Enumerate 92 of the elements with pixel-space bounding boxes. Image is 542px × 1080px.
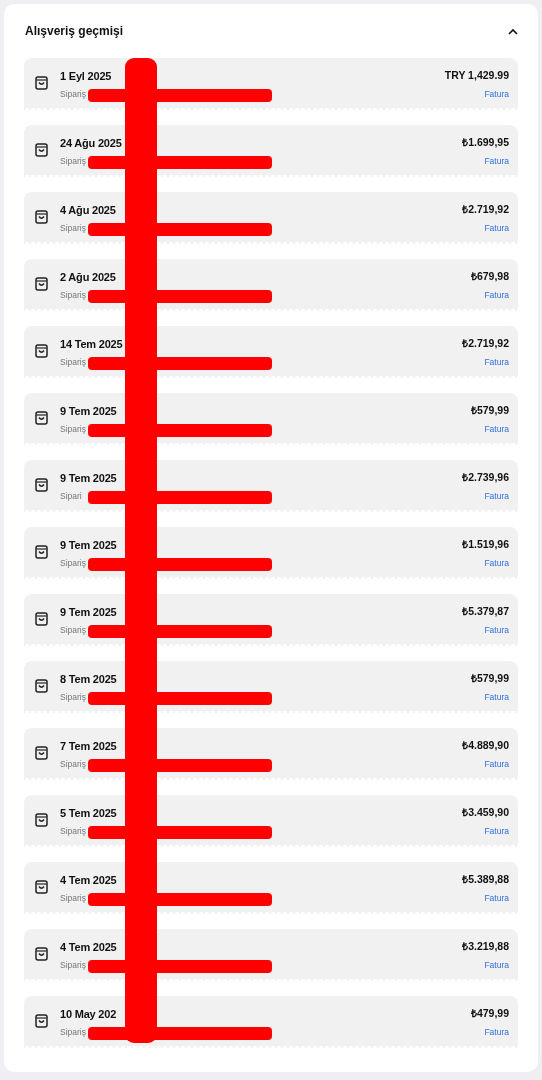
order-number-label: Sipariş <box>60 156 86 166</box>
shopping-bag-icon <box>35 679 48 693</box>
order-card[interactable]: 10 May 202 Sipariş ₺479,99 Fatura <box>24 996 518 1048</box>
shopping-bag-icon <box>35 746 48 760</box>
order-price: ₺679,98 <box>470 270 509 283</box>
order-date: 10 May 202 <box>60 1007 117 1021</box>
order-price: ₺2.719,92 <box>462 337 509 350</box>
order-card[interactable]: 2 Ağu 2025 Sipariş ₺679,98 Fatura <box>24 259 518 311</box>
order-date: 24 Ağu 2025 <box>60 136 122 150</box>
order-price: ₺3.219,88 <box>462 940 509 953</box>
order-card[interactable]: 4 Tem 2025 Sipariş ₺3.219,88 Fatura <box>24 929 518 981</box>
order-price: ₺2.719,92 <box>462 203 509 216</box>
order-price: ₺3.459,90 <box>462 806 509 819</box>
order-date: 5 Tem 2025 <box>60 806 117 820</box>
order-number-label: Sipariş <box>60 558 86 568</box>
shopping-bag-icon <box>35 612 48 626</box>
order-number-label: Sipariş <box>60 893 86 903</box>
order-date: 4 Ağu 2025 <box>60 203 116 217</box>
invoice-link[interactable]: Fatura <box>484 290 509 300</box>
order-date: 8 Tem 2025 <box>60 672 117 686</box>
order-number-label: Sipariş <box>60 424 86 434</box>
order-number-label: Sipariş <box>60 826 86 836</box>
invoice-link[interactable]: Fatura <box>484 89 509 99</box>
shopping-bag-icon <box>35 813 48 827</box>
shopping-bag-icon <box>35 76 48 90</box>
shopping-bag-icon <box>35 947 48 961</box>
order-card[interactable]: 9 Tem 2025 Sipariş ₺1.519,96 Fatura <box>24 527 518 579</box>
invoice-link[interactable]: Fatura <box>484 357 509 367</box>
invoice-link[interactable]: Fatura <box>484 826 509 836</box>
shopping-bag-icon <box>35 344 48 358</box>
order-date: 9 Tem 2025 <box>60 404 117 418</box>
order-card[interactable]: 7 Tem 2025 Sipariş ₺4.889,90 Fatura <box>24 728 518 780</box>
chevron-icon[interactable] <box>508 27 518 35</box>
order-date: 1 Eyl 2025 <box>60 69 112 83</box>
order-number-label: Sipariş <box>60 960 86 970</box>
order-price: TRY 1,429.99 <box>444 69 509 82</box>
order-number-label: Sipariş <box>60 692 86 702</box>
order-price: ₺579,99 <box>470 404 509 417</box>
shopping-bag-icon <box>35 545 48 559</box>
order-price: ₺1.699,95 <box>462 136 509 149</box>
order-price: ₺1.519,96 <box>462 538 509 551</box>
order-date: 14 Tem 2025 <box>60 337 123 351</box>
order-number-label: Sipariş <box>60 290 86 300</box>
section-title: Alışveriş geçmişi <box>25 24 124 38</box>
shopping-bag-icon <box>35 880 48 894</box>
order-card[interactable]: 9 Tem 2025 Sipari ₺2.739,96 Fatura <box>24 460 518 512</box>
shopping-bag-icon <box>35 411 48 425</box>
order-number-label: Sipariş <box>60 625 86 635</box>
order-card[interactable]: 1 Eyl 2025 Sipariş TRY 1,429.99 Fatura <box>24 58 518 110</box>
invoice-link[interactable]: Fatura <box>484 156 509 166</box>
invoice-link[interactable]: Fatura <box>484 1027 509 1037</box>
order-number-label: Sipariş <box>60 1027 86 1037</box>
invoice-link[interactable]: Fatura <box>484 223 509 233</box>
order-date: 4 Tem 2025 <box>60 940 117 954</box>
order-price: ₺4.889,90 <box>462 739 509 752</box>
order-number-label: Sipari <box>60 491 82 501</box>
invoice-link[interactable]: Fatura <box>484 558 509 568</box>
shopping-bag-icon <box>35 210 48 224</box>
order-price: ₺5.389,88 <box>462 873 509 886</box>
invoice-link[interactable]: Fatura <box>484 960 509 970</box>
shopping-bag-icon <box>35 143 48 157</box>
order-card[interactable]: 9 Tem 2025 Sipariş ₺579,99 Fatura <box>24 393 518 445</box>
order-card[interactable]: 24 Ağu 2025 Sipariş ₺1.699,95 Fatura <box>24 125 518 177</box>
invoice-link[interactable]: Fatura <box>484 424 509 434</box>
order-date: 9 Tem 2025 <box>60 605 117 619</box>
order-number-label: Sipariş <box>60 759 86 769</box>
order-card[interactable]: 9 Tem 2025 Sipariş ₺5.379,87 Fatura <box>24 594 518 646</box>
invoice-link[interactable]: Fatura <box>484 759 509 769</box>
order-number-label: Sipariş <box>60 223 86 233</box>
order-card[interactable]: 8 Tem 2025 Sipariş ₺579,99 Fatura <box>24 661 518 713</box>
order-price: ₺5.379,87 <box>462 605 509 618</box>
invoice-link[interactable]: Fatura <box>484 893 509 903</box>
order-date: 9 Tem 2025 <box>60 471 117 485</box>
order-date: 4 Tem 2025 <box>60 873 117 887</box>
order-date: 7 Tem 2025 <box>60 739 117 753</box>
order-date: 2 Ağu 2025 <box>60 270 116 284</box>
order-card[interactable]: 5 Tem 2025 Sipariş ₺3.459,90 Fatura <box>24 795 518 847</box>
order-price: ₺579,99 <box>470 672 509 685</box>
invoice-link[interactable]: Fatura <box>484 692 509 702</box>
order-card[interactable]: 4 Ağu 2025 Sipariş ₺2.719,92 Fatura <box>24 192 518 244</box>
shopping-bag-icon <box>35 1014 48 1028</box>
order-price: ₺479,99 <box>470 1007 509 1020</box>
shopping-bag-icon <box>35 478 48 492</box>
shopping-bag-icon <box>35 277 48 291</box>
order-card[interactable]: 14 Tem 2025 Sipariş ₺2.719,92 Fatura <box>24 326 518 378</box>
order-number-label: Sipariş <box>60 89 86 99</box>
order-card[interactable]: 4 Tem 2025 Sipariş ₺5.389,88 Fatura <box>24 862 518 914</box>
order-number-label: Sipariş <box>60 357 86 367</box>
order-date: 9 Tem 2025 <box>60 538 117 552</box>
order-price: ₺2.739,96 <box>462 471 509 484</box>
invoice-link[interactable]: Fatura <box>484 491 509 501</box>
invoice-link[interactable]: Fatura <box>484 625 509 635</box>
